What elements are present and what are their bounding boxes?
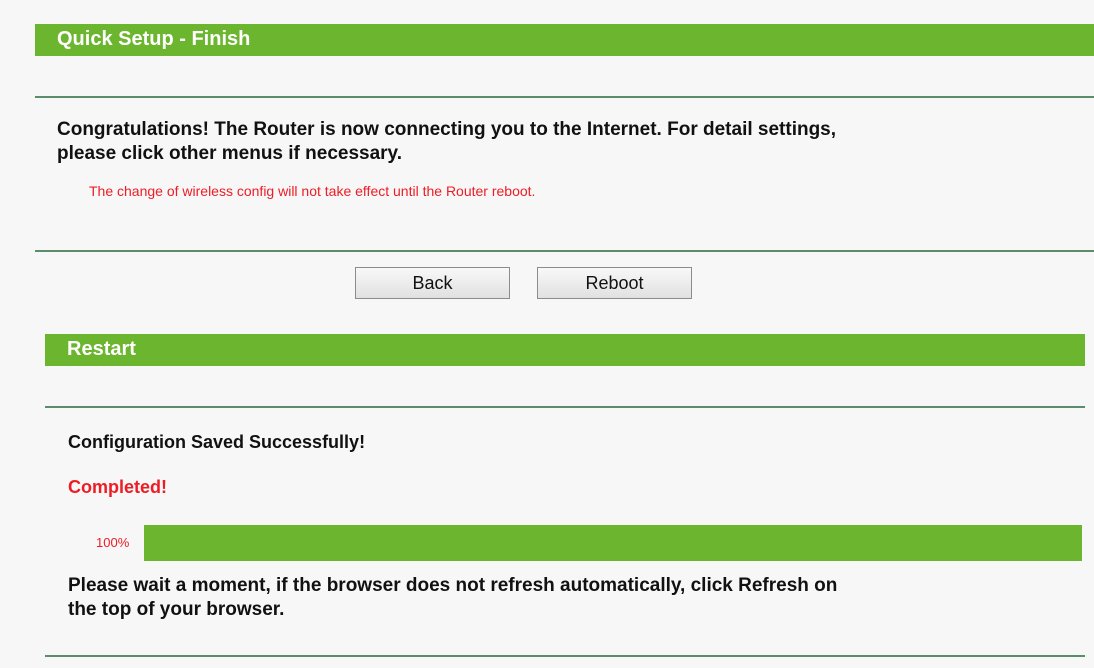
progress-percent: 100%	[96, 535, 130, 550]
reboot-button[interactable]: Reboot	[537, 267, 692, 299]
refresh-instructions-line-1: Please wait a moment, if the browser doe…	[68, 575, 838, 596]
quick-setup-title: Quick Setup - Finish	[57, 28, 251, 50]
divider-bottom	[45, 655, 1085, 657]
completed-status: Completed!	[68, 477, 167, 497]
restart-panel	[0, 378, 1094, 668]
restart-title: Restart	[67, 338, 136, 360]
progress-fill	[144, 525, 1082, 561]
congratulations-text: Congratulations! The Router is now conne…	[57, 118, 836, 166]
divider-restart	[45, 406, 1085, 408]
divider-middle	[35, 250, 1094, 252]
progress-track	[144, 525, 1082, 561]
quick-setup-header: Quick Setup - Finish	[35, 24, 1094, 56]
refresh-instructions-line-2: the top of your browser.	[68, 599, 285, 620]
congratulations-line-1: Congratulations! The Router is now conne…	[57, 119, 837, 140]
congratulations-line-2: please click other menus if necessary.	[57, 143, 402, 164]
refresh-instructions: Please wait a moment, if the browser doe…	[68, 574, 837, 622]
progress-row: 100%	[96, 525, 1082, 561]
divider-top	[35, 96, 1094, 98]
back-button[interactable]: Back	[355, 267, 510, 299]
config-saved-message: Configuration Saved Successfully!	[68, 432, 366, 452]
restart-header: Restart	[45, 334, 1085, 366]
wireless-config-note: The change of wireless config will not t…	[89, 183, 536, 199]
